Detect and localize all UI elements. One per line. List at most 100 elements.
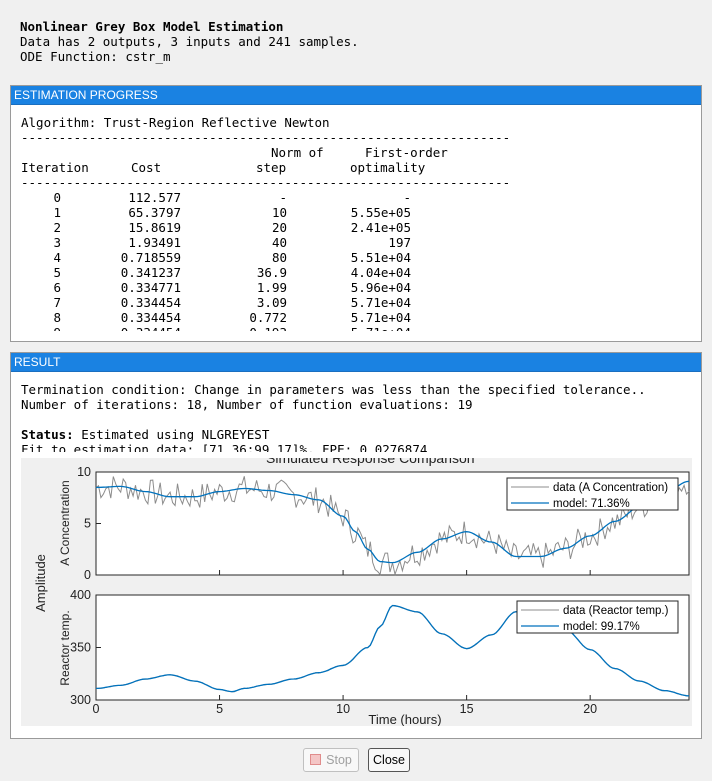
result-panel: RESULT Termination condition: Change in … xyxy=(10,352,702,739)
xlabel: Time (hours) xyxy=(368,712,441,726)
stop-icon xyxy=(310,754,322,765)
cost-cell: 1.93491 xyxy=(128,235,181,250)
top-legend[interactable]: data (A Concentration) model: 71.36% xyxy=(506,477,679,511)
y-tick-label: 5 xyxy=(84,517,91,531)
close-button[interactable]: Close xyxy=(368,748,410,772)
iteration-cell: 5 xyxy=(53,265,61,280)
cost-cell: 0.341237 xyxy=(120,265,181,280)
step-cell: - xyxy=(279,190,287,205)
iteration-row: 7 0.334454 3.09 5.71e+04 xyxy=(21,295,691,310)
iteration-cell: 1 xyxy=(53,205,61,220)
x-tick-label: 0 xyxy=(93,702,100,716)
bottom-legend-data: data (Reactor temp.) xyxy=(563,605,669,617)
step-cell: 36.9 xyxy=(256,265,287,280)
status-value: Estimated using NLGREYEST xyxy=(73,427,270,442)
cost-cell: 0.718559 xyxy=(120,250,181,265)
x-tick-label: 5 xyxy=(216,702,223,716)
progress-log[interactable]: Algorithm: Trust-Region Reflective Newto… xyxy=(21,115,691,331)
header-optimality: optimality xyxy=(350,160,426,175)
optimality-cell: 5.71e+04 xyxy=(350,310,411,325)
step-cell: 10 xyxy=(271,205,287,220)
termination-condition: Termination condition: Change in paramet… xyxy=(21,382,646,397)
optimality-cell: 4.04e+04 xyxy=(350,265,411,280)
summary-title: Nonlinear Grey Box Model Estimation xyxy=(20,19,284,34)
x-tick-label: 20 xyxy=(583,702,597,716)
status-label: Status: xyxy=(21,427,74,442)
iteration-cell: 9 xyxy=(53,325,61,331)
iteration-row: 2 15.8619 20 2.41e+05 xyxy=(21,220,691,235)
cost-cell: 0.334454 xyxy=(120,295,181,310)
top-ylabel: A Concentration xyxy=(58,480,72,565)
iteration-row: 9 0.334454 0.193 5.71e+04 xyxy=(21,325,691,331)
stop-button-label: Stop xyxy=(326,753,352,767)
status-line: Status: Estimated using NLGREYEST xyxy=(21,427,691,442)
x-tick-label: 15 xyxy=(460,702,474,716)
iteration-row: 8 0.334454 0.772 5.71e+04 xyxy=(21,310,691,325)
iteration-cell: 0 xyxy=(53,190,61,205)
header-step: step xyxy=(256,160,287,175)
y-tick-label: 10 xyxy=(77,465,91,479)
y-tick-label: 400 xyxy=(70,588,91,602)
iteration-row: 5 0.341237 36.9 4.04e+04 xyxy=(21,265,691,280)
comparison-plot[interactable]: Simulated Response Comparison 0 5 10 15 20 0 5… xyxy=(21,450,692,727)
algorithm-line: Algorithm: Trust-Region Reflective Newto… xyxy=(21,115,330,130)
bottom-legend[interactable]: data (Reactor temp.) model: 99.17% xyxy=(516,600,679,634)
y-tick-label: 350 xyxy=(70,641,91,655)
header-first-order: First-order xyxy=(365,145,448,160)
top-legend-data: data (A Concentration) xyxy=(553,482,668,494)
step-cell: 0.772 xyxy=(249,310,287,325)
result-log[interactable]: Termination condition: Change in paramet… xyxy=(21,382,691,452)
x-tick-label: 10 xyxy=(336,702,350,716)
result-panel-title: RESULT xyxy=(11,353,701,372)
step-cell: 0.193 xyxy=(249,325,287,331)
close-button-label: Close xyxy=(373,753,405,767)
optimality-cell: 197 xyxy=(388,235,411,250)
step-cell: 80 xyxy=(271,250,287,265)
optimality-cell: 5.51e+04 xyxy=(350,250,411,265)
optimality-cell: - xyxy=(403,190,411,205)
iteration-cell: 8 xyxy=(53,310,61,325)
cost-cell: 65.3797 xyxy=(128,205,181,220)
cost-cell: 0.334771 xyxy=(120,280,181,295)
optimality-cell: 5.96e+04 xyxy=(350,280,411,295)
cost-cell: 15.8619 xyxy=(128,220,181,235)
iteration-cell: 6 xyxy=(53,280,61,295)
iteration-cell: 2 xyxy=(53,220,61,235)
stop-button[interactable]: Stop xyxy=(303,748,359,772)
y-tick-label: 300 xyxy=(70,693,91,707)
amplitude-label: Amplitude xyxy=(33,554,48,612)
progress-panel-title: ESTIMATION PROGRESS xyxy=(11,86,701,105)
step-cell: 40 xyxy=(271,235,287,250)
cost-cell: 0.334454 xyxy=(121,325,181,331)
comparison-plot-svg: Simulated Response Comparison 0 5 10 15 20 0 5… xyxy=(33,450,690,727)
cost-cell: 0.334454 xyxy=(120,310,181,325)
step-cell: 20 xyxy=(271,220,287,235)
iteration-count: Number of iterations: 18, Number of func… xyxy=(21,397,473,412)
column-headers-2: Iteration Cost step optimality xyxy=(21,160,691,175)
fit-line: Fit to estimation data: [71.36;99.17]%, … xyxy=(21,442,428,452)
column-headers-1: Norm of First-order xyxy=(21,145,691,160)
divider-top: ----------------------------------------… xyxy=(21,130,511,145)
iteration-table: 0 112.577 - - 1 65.3797 10 5.55e+05 2 15.8619 20 2.… xyxy=(21,190,691,331)
optimality-cell: 2.41e+05 xyxy=(350,220,411,235)
header-norm-of: Norm of xyxy=(271,145,324,160)
y-tick-label: 0 xyxy=(84,568,91,582)
iteration-cell: 3 xyxy=(53,235,61,250)
iteration-row: 3 1.93491 40 197 xyxy=(21,235,691,250)
plot-title: Simulated Response Comparison xyxy=(266,458,475,466)
divider-bottom: ----------------------------------------… xyxy=(21,175,511,190)
optimality-cell: 5.71e+04 xyxy=(351,325,411,331)
summary-ode-function: ODE Function: cstr_m xyxy=(20,49,171,64)
top-legend-model: model: 71.36% xyxy=(553,498,630,510)
step-cell: 3.09 xyxy=(256,295,287,310)
summary-data-info: Data has 2 outputs, 3 inputs and 241 sam… xyxy=(20,34,359,49)
step-cell: 1.99 xyxy=(256,280,287,295)
header-cost: Cost xyxy=(131,160,162,175)
optimality-cell: 5.71e+04 xyxy=(350,295,411,310)
bottom-legend-model: model: 99.17% xyxy=(563,621,640,633)
estimation-progress-panel: ESTIMATION PROGRESS Algorithm: Trust-Reg… xyxy=(10,85,702,342)
cost-cell: 112.577 xyxy=(128,190,181,205)
summary-header: Nonlinear Grey Box Model Estimation Data… xyxy=(20,19,359,64)
iteration-row: 6 0.334771 1.99 5.96e+04 xyxy=(21,280,691,295)
header-iteration: Iteration xyxy=(21,160,89,175)
